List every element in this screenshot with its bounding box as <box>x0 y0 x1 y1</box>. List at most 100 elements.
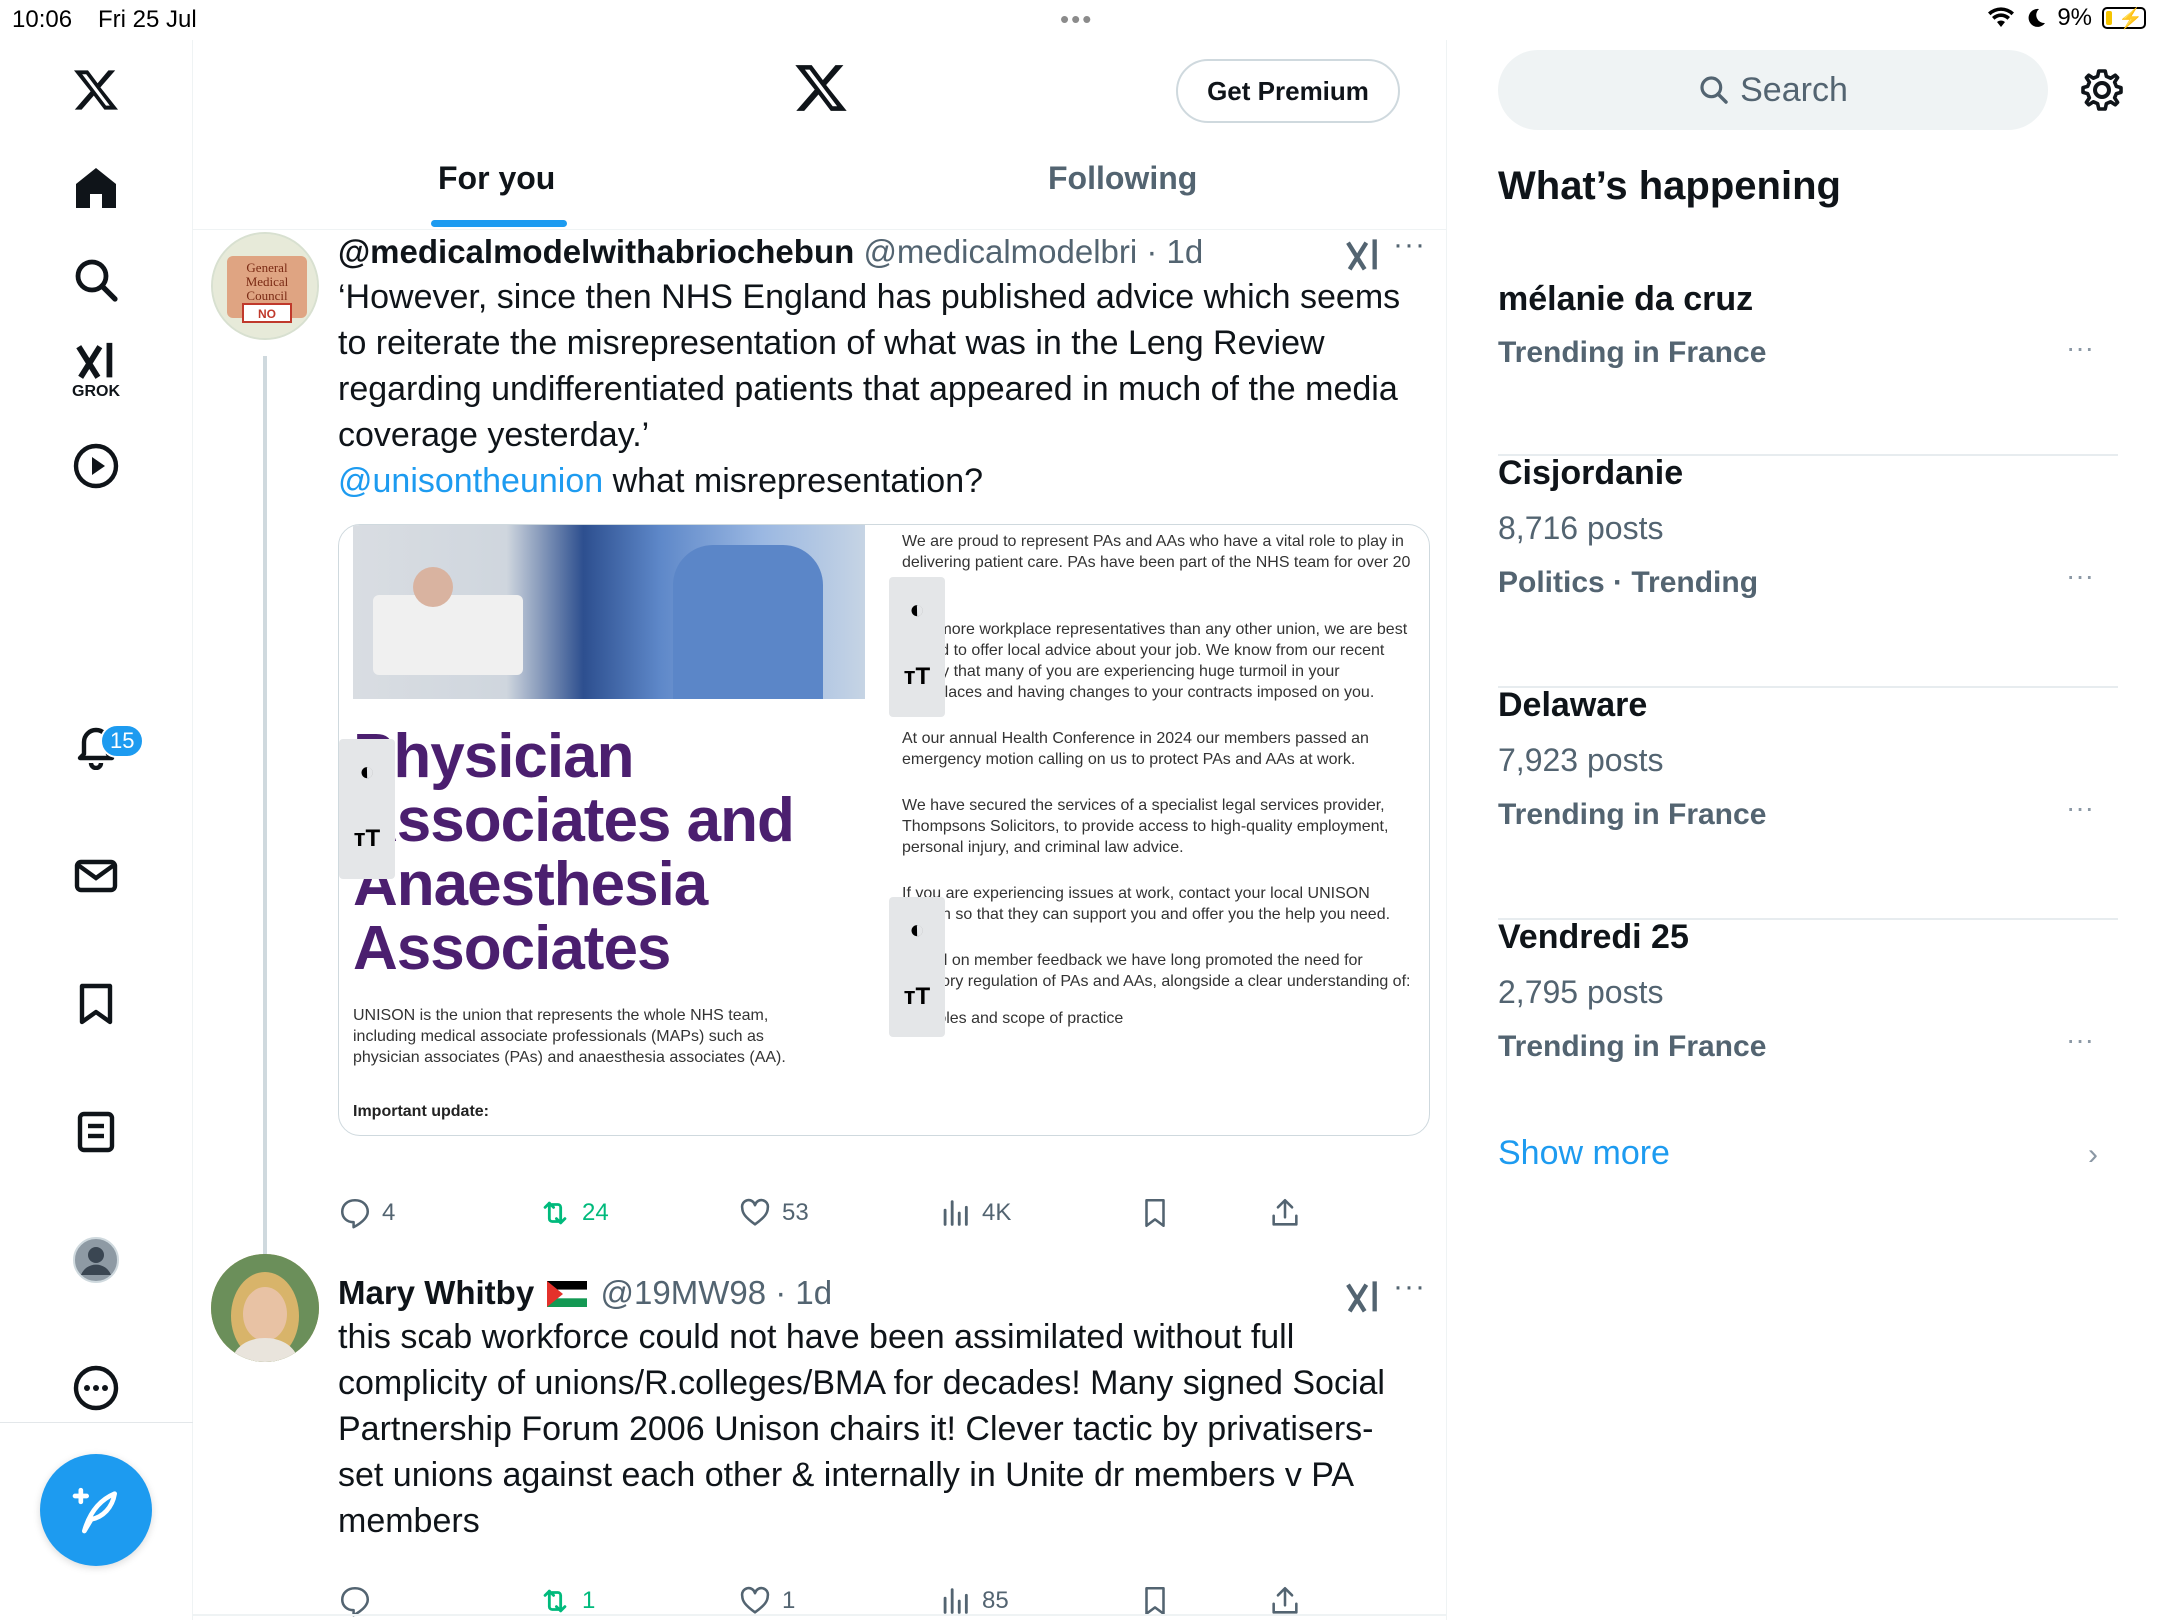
reply-count: 4 <box>382 1199 396 1226</box>
share-icon <box>1272 1198 1298 1226</box>
status-date: Fri 25 Jul <box>98 6 197 33</box>
views-count: 85 <box>982 1587 1009 1614</box>
home-icon[interactable] <box>66 158 126 218</box>
profile-avatar-icon[interactable] <box>66 1230 126 1290</box>
like-button[interactable]: 1 <box>738 1584 795 1618</box>
hospital-photo <box>353 525 865 699</box>
trend-name: Vendredi 25 <box>1498 918 1689 956</box>
bookmark-button[interactable] <box>1138 1584 1172 1618</box>
trend-name: mélanie da cruz <box>1498 280 1754 318</box>
tweet-body: ‘However, since then NHS England has pub… <box>338 274 1428 504</box>
contrast-icon[interactable]: ◐ <box>901 913 933 945</box>
trend-more-icon[interactable]: ··· <box>2066 332 2094 364</box>
x-logo-icon[interactable] <box>793 60 849 116</box>
bookmarks-icon[interactable] <box>66 974 126 1034</box>
repost-count: 24 <box>582 1199 609 1226</box>
heart-icon <box>740 1586 770 1614</box>
tweet-text: this scab workforce could not have been … <box>338 1318 1385 1540</box>
tweet-author-handle[interactable]: @medicalmodelbri <box>863 233 1137 270</box>
thread-connector-line <box>263 356 267 1360</box>
views-count: 4K <box>982 1199 1012 1226</box>
contrast-icon[interactable]: ◐ <box>901 593 933 625</box>
trend-post-count: 2,795 posts <box>1498 974 1664 1010</box>
trend-context: Trending in France <box>1498 1030 1767 1063</box>
share-button[interactable] <box>1268 1196 1302 1230</box>
tweet-author-avatar[interactable]: General Medical Council NO <box>211 232 319 340</box>
repost-icon <box>543 1589 567 1613</box>
tweet-timestamp[interactable]: 1d <box>795 1274 832 1311</box>
contrast-icon[interactable]: ◐ <box>351 755 383 787</box>
tweet-mention-link[interactable]: @unisontheunion <box>338 462 603 500</box>
share-button[interactable] <box>1268 1584 1302 1618</box>
svg-text:Medical: Medical <box>246 274 289 289</box>
search-icon[interactable] <box>66 250 126 310</box>
lists-icon[interactable] <box>66 1102 126 1162</box>
reply-button[interactable]: 4 <box>338 1196 395 1230</box>
tweet-author-name[interactable]: Mary Whitby <box>338 1274 534 1311</box>
search-icon <box>1700 76 1728 104</box>
timeline-header: Get Premium For you Following <box>193 40 1447 230</box>
media-title: Physician Associates and Anaesthesia Ass… <box>353 722 795 983</box>
trend-more-icon[interactable]: ··· <box>2066 560 2094 592</box>
messages-envelope-icon[interactable] <box>66 846 126 906</box>
repost-icon <box>543 1201 567 1225</box>
tweet-more-icon[interactable]: ··· <box>1393 1270 1426 1304</box>
svg-text:Council: Council <box>246 288 288 303</box>
trend-name: Delaware <box>1498 686 1648 724</box>
bookmark-icon <box>1145 1586 1165 1616</box>
settings-gear-icon[interactable] <box>2078 66 2126 114</box>
trend-more-icon[interactable]: ··· <box>2066 792 2094 824</box>
tab-following[interactable]: Following <box>1048 160 1197 197</box>
show-more-link[interactable]: Show more <box>1498 1134 1670 1173</box>
tweet-text: ‘However, since then NHS England has pub… <box>338 278 1401 454</box>
accessibility-controls: ◐ ᴛT <box>889 577 945 717</box>
more-options-icon[interactable] <box>66 1358 126 1418</box>
reply-button[interactable] <box>338 1584 382 1618</box>
accessibility-controls: ◐ ᴛT <box>889 897 945 1037</box>
tweet-media-image[interactable]: Physician Associates and Anaesthesia Ass… <box>338 524 1430 1136</box>
views-chart-icon <box>943 1588 968 1614</box>
bookmark-button[interactable] <box>1138 1196 1172 1230</box>
media-intro-text: UNISON is the union that represents the … <box>353 1007 786 1066</box>
svg-text:General: General <box>246 260 288 275</box>
nav-divider <box>0 1422 193 1423</box>
trend-post-count: 8,716 posts <box>1498 510 1664 546</box>
tweet-author-handle[interactable]: @19MW98 <box>601 1274 767 1311</box>
reply-icon <box>340 1198 370 1229</box>
like-count: 1 <box>782 1587 796 1614</box>
tweet-more-icon[interactable]: ··· <box>1393 228 1426 262</box>
status-time: 10:06 <box>12 6 73 33</box>
views-button[interactable]: 4K <box>938 1196 1011 1230</box>
notification-count-badge: 15 <box>100 724 145 758</box>
repost-button[interactable]: 24 <box>538 1196 609 1230</box>
tweet-author-name[interactable]: @medicalmodelwithabriochebun <box>338 233 854 270</box>
media-important-label: Important update: <box>353 1103 489 1120</box>
tweet-timestamp[interactable]: 1d <box>1167 233 1204 270</box>
grok-explain-icon[interactable] <box>1343 1278 1383 1318</box>
multitasking-dots-icon[interactable]: ••• <box>1060 4 1093 35</box>
media-document-text: We are proud to represent PAs and AAs wh… <box>902 531 1414 1029</box>
repost-count: 1 <box>582 1587 596 1614</box>
text-size-icon[interactable]: ᴛT <box>901 661 933 693</box>
tweet-author-avatar[interactable] <box>211 1254 319 1362</box>
grok-icon[interactable]: GROK <box>66 330 126 410</box>
like-button[interactable]: 53 <box>738 1196 809 1230</box>
repost-button[interactable]: 1 <box>538 1584 595 1618</box>
x-logo-icon[interactable] <box>66 60 126 120</box>
left-navigation: GROK 15 <box>0 40 193 1620</box>
trend-more-icon[interactable]: ··· <box>2066 1024 2094 1056</box>
get-premium-button[interactable]: Get Premium <box>1176 59 1400 123</box>
compose-post-button[interactable] <box>40 1454 152 1566</box>
text-size-icon[interactable]: ᴛT <box>351 823 383 855</box>
battery-percent: 9% <box>2057 4 2092 31</box>
video-play-icon[interactable] <box>66 436 126 496</box>
feather-plus-icon <box>72 1487 117 1534</box>
grok-explain-icon[interactable] <box>1343 236 1383 276</box>
search-input[interactable]: Search <box>1498 50 2048 130</box>
tab-for-you[interactable]: For you <box>438 160 555 197</box>
chevron-right-icon: › <box>2088 1138 2098 1171</box>
views-button[interactable]: 85 <box>938 1584 1009 1618</box>
text-size-icon[interactable]: ᴛT <box>901 981 933 1013</box>
share-icon <box>1272 1586 1298 1614</box>
battery-icon: ⚡ <box>2102 7 2146 30</box>
